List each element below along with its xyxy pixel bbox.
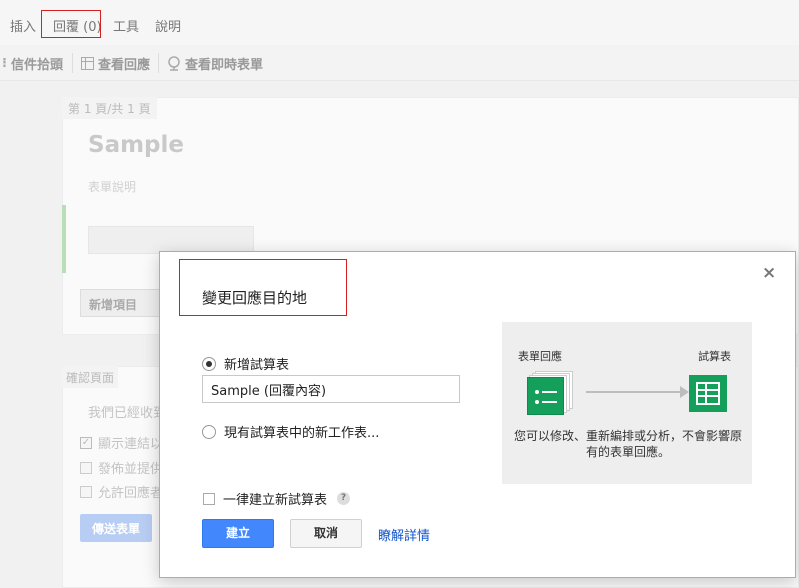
checkbox[interactable]	[80, 461, 92, 474]
checkbox[interactable]	[80, 485, 92, 498]
inbox-header-button[interactable]: ⁝ 信件拾頭	[2, 54, 63, 73]
send-form-button[interactable]: 傳送表單	[80, 514, 152, 542]
grid-line	[698, 389, 718, 391]
arrow-right-icon	[680, 386, 689, 398]
option-new-spreadsheet[interactable]: 新增試算表	[202, 354, 289, 373]
arrow-line	[586, 391, 682, 393]
menu-help[interactable]: 說明	[155, 16, 181, 35]
confirmation-message[interactable]: 我們已經收到	[88, 402, 166, 421]
sheet-grid	[696, 382, 720, 405]
radio-selected[interactable]	[202, 356, 216, 371]
active-item-indicator	[62, 205, 66, 273]
line	[542, 391, 557, 393]
line	[542, 401, 557, 403]
confirm-option-label: 顯示連結以	[98, 437, 164, 452]
toolbar-divider	[158, 53, 159, 73]
toolbar-divider	[72, 53, 73, 73]
responses-menu-highlight	[41, 10, 101, 38]
form-responses-label: 表單回應	[518, 350, 562, 363]
form-title[interactable]: Sample	[88, 132, 184, 158]
grid-line	[698, 395, 718, 397]
confirm-option-label: 發佈並提供	[98, 462, 164, 477]
always-create-option[interactable]: 一律建立新試算表 ?	[203, 489, 351, 508]
spreadsheet-name-input[interactable]	[202, 375, 460, 403]
illustration-caption: 您可以修改、重新編排或分析，不會影響原 有的表單回應。	[503, 428, 753, 460]
confirm-option-show-link[interactable]: ✓ 顯示連結以	[80, 433, 163, 452]
view-responses-label: 查看回應	[98, 58, 151, 73]
menu-tools[interactable]: 工具	[113, 16, 139, 35]
close-icon[interactable]: ×	[762, 264, 776, 282]
radio-unselected[interactable]	[202, 424, 216, 439]
create-button[interactable]: 建立	[202, 519, 274, 548]
view-responses-button[interactable]: 查看回應	[81, 54, 150, 73]
add-item-button[interactable]: 新增項目	[80, 289, 164, 317]
bullet	[535, 400, 539, 404]
option-existing-sheet[interactable]: 現有試算表中的新工作表...	[202, 422, 379, 441]
confirm-option-publish[interactable]: 發佈並提供	[80, 458, 163, 477]
grid-line	[705, 384, 707, 403]
caption-line-2: 有的表單回應。	[585, 445, 670, 459]
view-live-form-label: 查看即時表單	[185, 58, 264, 73]
always-create-checkbox[interactable]	[203, 492, 215, 505]
inbox-header-label: 信件拾頭	[10, 58, 63, 73]
forms-icon	[527, 371, 573, 417]
checkbox[interactable]: ✓	[80, 436, 92, 449]
confirmation-tab: 確認頁面	[62, 366, 119, 388]
learn-more-link[interactable]: 瞭解詳情	[378, 525, 430, 544]
caption-line-1: 您可以修改、重新編排或分析，不會影響原	[513, 429, 742, 443]
menu-insert[interactable]: 插入	[10, 16, 36, 35]
spreadsheet-label: 試算表	[698, 350, 731, 363]
form-description[interactable]: 表單說明	[88, 178, 136, 195]
cancel-button[interactable]: 取消	[290, 519, 362, 548]
always-create-label: 一律建立新試算表	[223, 493, 328, 508]
toolbar: ⁝ 信件拾頭 查看回應 查看即時表單	[0, 45, 799, 81]
option-new-spreadsheet-label: 新增試算表	[224, 358, 290, 373]
bullet	[535, 390, 539, 394]
live-form-icon	[168, 55, 180, 71]
form-icon-face	[527, 377, 564, 415]
view-live-form-button[interactable]: 查看即時表單	[167, 54, 263, 73]
menu-bar: 插入 回覆 (0) 工具 說明	[0, 0, 799, 45]
confirm-option-allow[interactable]: 允許回應者	[80, 482, 163, 501]
help-icon[interactable]: ?	[337, 492, 351, 505]
page-indicator: 第 1 頁/共 1 頁	[62, 97, 157, 119]
option-existing-sheet-label: 現有試算表中的新工作表...	[224, 426, 380, 441]
confirm-option-label: 允許回應者	[98, 486, 164, 501]
dialog-title: 變更回應目的地	[202, 289, 308, 307]
question-placeholder-input[interactable]	[88, 226, 254, 254]
sheets-icon	[689, 375, 727, 412]
table-icon	[81, 57, 94, 70]
dots-icon: ⁝	[2, 56, 7, 71]
